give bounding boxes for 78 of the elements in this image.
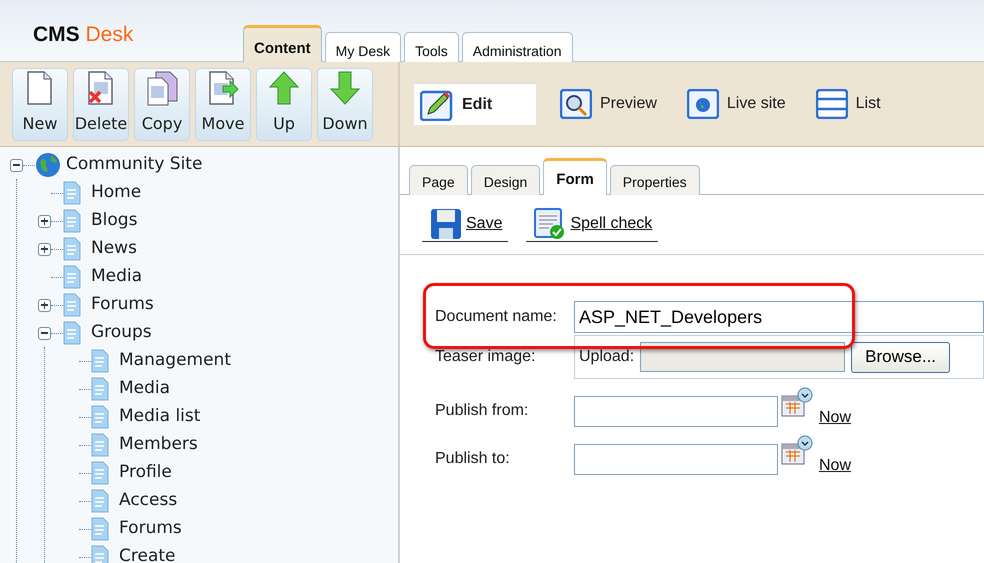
document-icon <box>63 181 81 205</box>
spell-check-link[interactable]: Spell check <box>526 207 658 242</box>
new-button[interactable]: New <box>12 68 68 141</box>
up-button[interactable]: Up <box>256 68 312 141</box>
expand-toggle[interactable] <box>38 298 51 312</box>
document-icon <box>91 433 109 457</box>
document-icon <box>63 321 81 345</box>
document-icon <box>25 70 55 106</box>
document-icon <box>63 209 81 233</box>
view-mode-tab[interactable]: Edit <box>414 83 536 125</box>
copy-documents-icon <box>145 70 179 106</box>
list-icon <box>816 89 848 119</box>
tree-item[interactable]: Media list <box>119 404 200 430</box>
date-field[interactable] <box>574 396 778 426</box>
tree-item[interactable]: Profile <box>119 460 172 486</box>
date-field[interactable] <box>574 444 778 474</box>
tree-item[interactable]: Create <box>119 544 176 563</box>
move-document-icon <box>207 70 239 106</box>
tree-item[interactable]: Media <box>91 264 142 290</box>
document-icon <box>91 405 109 429</box>
document-icon <box>63 293 81 317</box>
tree-item[interactable]: Forums <box>119 516 182 542</box>
down-arrow-icon <box>329 70 361 106</box>
tab[interactable]: Content <box>243 25 322 62</box>
tree-item[interactable]: Groups <box>91 320 152 346</box>
tab[interactable]: Properties <box>610 165 700 195</box>
copy-button[interactable]: Copy <box>134 68 190 141</box>
tree-item[interactable]: Blogs <box>91 208 138 234</box>
tree-item[interactable]: Media <box>119 376 170 402</box>
view-mode-tab[interactable]: Preview <box>554 83 663 125</box>
tab[interactable]: My Desk <box>324 32 402 62</box>
expand-toggle[interactable] <box>38 214 51 228</box>
delete-document-icon <box>86 70 116 106</box>
tree-item[interactable]: Forums <box>91 292 154 318</box>
tab[interactable]: Design <box>470 165 540 195</box>
tree-item[interactable]: Home <box>91 180 142 206</box>
expand-toggle[interactable] <box>10 158 23 172</box>
document-icon <box>91 349 109 373</box>
field-label: Publish to: <box>435 449 511 469</box>
expand-toggle[interactable] <box>38 242 51 256</box>
calendar-icon <box>781 387 813 417</box>
document-icon <box>91 377 109 401</box>
tab[interactable]: Page <box>409 165 468 195</box>
magnifier-icon <box>560 89 592 119</box>
text-field[interactable]: ASP_NET_Developers <box>574 301 984 333</box>
tree-item[interactable]: Access <box>119 488 178 514</box>
upload-label: Upload: <box>579 347 634 367</box>
document-icon <box>91 461 109 485</box>
tab[interactable]: Tools <box>404 32 459 62</box>
document-icon <box>91 489 109 513</box>
save-link[interactable]: Save <box>422 207 508 242</box>
down-button[interactable]: Down <box>317 68 373 141</box>
field-label: Teaser image: <box>435 347 536 367</box>
now-link[interactable]: Now <box>819 406 852 430</box>
tab[interactable]: Form <box>543 158 607 195</box>
delete-button[interactable]: Delete <box>73 68 129 141</box>
expand-toggle[interactable] <box>38 326 51 340</box>
view-mode-tab[interactable]: Live site <box>680 83 792 125</box>
calendar-icon <box>781 435 813 465</box>
tree-item[interactable]: Community Site <box>66 152 202 178</box>
document-icon <box>63 237 81 261</box>
logo: CMS Desk <box>32 22 134 48</box>
now-link[interactable]: Now <box>819 454 852 478</box>
tree-item[interactable]: Management <box>119 348 231 374</box>
tree-item[interactable]: News <box>91 236 137 262</box>
tab[interactable]: Administration <box>462 32 572 62</box>
pencil-icon <box>420 88 454 120</box>
document-checkmark-icon <box>534 208 566 240</box>
move-button[interactable]: Move <box>195 68 251 141</box>
tree-item[interactable]: Members <box>119 432 198 458</box>
view-mode-tab[interactable]: List <box>810 83 887 125</box>
document-icon <box>91 517 109 541</box>
field-label: Document name: <box>435 307 558 327</box>
up-arrow-icon <box>268 70 300 106</box>
field-label: Publish from: <box>435 401 530 421</box>
file-path-field[interactable] <box>640 342 846 372</box>
document-icon <box>63 265 81 289</box>
browse-button[interactable]: Browse... <box>851 342 950 372</box>
